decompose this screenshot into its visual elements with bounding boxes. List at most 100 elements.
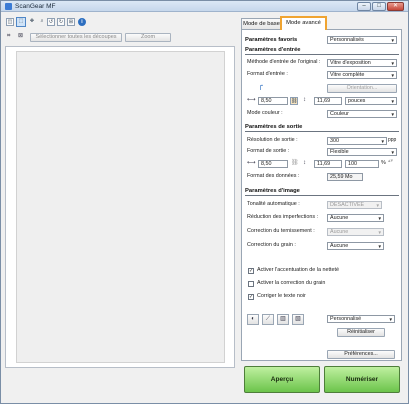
divider: [245, 131, 399, 132]
width-icon: ⟷: [247, 97, 256, 103]
aspect-lock-icon[interactable]: ⛓: [290, 97, 298, 105]
chevron-down-icon: ▼: [390, 112, 395, 117]
chevron-down-icon: ▼: [390, 150, 395, 155]
spin-icon[interactable]: ▴▾: [388, 158, 393, 165]
crop-frame-icon[interactable]: ⌗: [7, 33, 10, 40]
data-size-value: 25,59 Mo: [327, 173, 363, 181]
color-mode-value: Couleur: [330, 111, 349, 117]
output-resolution-select[interactable]: 300 ▼: [327, 137, 387, 145]
scangear-window: ScanGear MF – □ ✕ ◫ ⬚ ✥ ⌕ ↺ ↻ ⊞ i ⌗ ⊠ Sé…: [0, 0, 409, 404]
auto-tone-label: Tonalité automatique :: [247, 201, 300, 207]
input-method-label: Méthode d'entrée de l'original :: [247, 59, 321, 65]
preview-button[interactable]: Aperçu: [244, 366, 320, 393]
resolution-unit: ppp: [388, 137, 397, 143]
input-height-field[interactable]: 11,69: [314, 97, 342, 105]
zoom-button[interactable]: Zoom: [125, 33, 171, 42]
grain-select[interactable]: Aucune ▼: [327, 242, 384, 250]
divider: [245, 54, 399, 55]
favorites-label: Paramètres favoris: [245, 37, 298, 43]
fading-label: Correction du ternissement :: [247, 228, 315, 234]
info-icon[interactable]: i: [78, 18, 86, 26]
input-format-label: Format d'entrée :: [247, 71, 288, 77]
app-icon: [5, 3, 12, 10]
tool-preset-value: Personnalisé: [330, 316, 362, 322]
data-size-label: Format des données :: [247, 173, 300, 179]
unit-value: pouces: [348, 98, 366, 104]
chevron-down-icon: ▼: [377, 216, 382, 221]
output-format-value: Flexible: [330, 149, 349, 155]
orientation-button: Orientation...: [327, 84, 397, 93]
page-orientation-icon: ╭: [258, 81, 263, 90]
crop-select-icon[interactable]: ⬚: [16, 17, 26, 27]
chevron-down-icon: ▼: [390, 38, 395, 43]
chevron-down-icon: ▼: [377, 230, 382, 235]
input-width-field[interactable]: 8,50: [258, 97, 288, 105]
unsharp-checkbox[interactable]: ✓: [248, 268, 254, 274]
output-resolution-label: Résolution de sortie :: [247, 137, 298, 143]
tab-basic-mode[interactable]: Mode de base: [241, 18, 282, 29]
color-balance-icon[interactable]: ▧: [292, 314, 304, 325]
fading-select: Aucune ▼: [327, 228, 384, 236]
output-scale-field[interactable]: 100: [345, 160, 379, 168]
thumbnail-icon[interactable]: ◫: [6, 18, 14, 26]
input-method-select[interactable]: Vitre d'exposition ▼: [327, 59, 397, 67]
unsharp-label: Activer l'accentuation de la netteté: [257, 267, 339, 273]
chevron-down-icon: ▼: [390, 61, 395, 66]
height-icon: ↕: [303, 97, 306, 103]
scan-button[interactable]: Numériser: [324, 366, 400, 393]
imperfection-label: Réduction des imperfections :: [247, 214, 319, 220]
output-settings-header: Paramètres de sortie: [245, 124, 303, 130]
reset-button[interactable]: Réinitialiser: [337, 328, 385, 337]
black-text-label: Corriger le texte noir: [257, 293, 306, 299]
crop-add-icon[interactable]: ⊞: [67, 18, 75, 26]
delete-crop-icon[interactable]: ⊠: [18, 33, 23, 40]
output-format-select[interactable]: Flexible ▼: [327, 148, 397, 156]
divider: [245, 195, 399, 196]
close-button[interactable]: ✕: [387, 2, 404, 11]
scale-unit: %: [381, 160, 386, 166]
input-format-select[interactable]: Vitre complète ▼: [327, 71, 397, 79]
output-format-label: Format de sortie :: [247, 148, 290, 154]
tab-advanced-mode[interactable]: Mode avancé: [280, 16, 327, 30]
chevron-down-icon: ▼: [375, 203, 380, 208]
chevron-down-icon: ▼: [388, 317, 393, 322]
chevron-down-icon: ▼: [377, 244, 382, 249]
tool-preset-select[interactable]: Personnalisé ▼: [327, 315, 395, 323]
maximize-button[interactable]: □: [372, 2, 386, 11]
favorites-select[interactable]: Personnalisés ▼: [327, 36, 397, 44]
rotate-right-icon[interactable]: ↻: [57, 18, 65, 26]
input-format-value: Vitre complète: [330, 72, 365, 78]
brightness-icon[interactable]: ◐: [247, 314, 259, 325]
preferences-button[interactable]: Préférences...: [327, 350, 395, 359]
auto-tone-select: DÉSACTIVÉE ▼: [327, 201, 382, 209]
move-icon[interactable]: ✥: [28, 18, 36, 26]
window-title: ScanGear MF: [15, 3, 56, 10]
grain-value: Aucune: [330, 243, 349, 249]
fading-value: Aucune: [330, 229, 349, 235]
input-method-value: Vitre d'exposition: [330, 60, 371, 66]
histogram-icon[interactable]: ▥: [277, 314, 289, 325]
advanced-settings-panel: Paramètres favoris Personnalisés ▼ Paramè…: [241, 29, 402, 361]
output-resolution-value: 300: [330, 138, 339, 144]
color-mode-label: Mode couleur :: [247, 110, 283, 116]
black-text-checkbox[interactable]: ✓: [248, 294, 254, 300]
grain-label: Correction du grain :: [247, 242, 296, 248]
color-mode-select[interactable]: Couleur ▼: [327, 110, 397, 118]
imperfection-select[interactable]: Aucune ▼: [327, 214, 384, 222]
curve-icon[interactable]: ⟋: [262, 314, 274, 325]
imperfection-value: Aucune: [330, 215, 349, 221]
input-settings-header: Paramètres d'entrée: [245, 47, 301, 53]
rotate-left-icon[interactable]: ↺: [47, 18, 55, 26]
grain-correction-checkbox[interactable]: [248, 281, 254, 287]
preview-page[interactable]: [16, 51, 225, 363]
unit-select[interactable]: pouces ▼: [345, 97, 397, 105]
image-settings-header: Paramètres d'image: [245, 188, 300, 194]
output-width-field[interactable]: 8,50: [258, 160, 288, 168]
grain-correction-label: Activer la correction du grain: [257, 280, 326, 286]
chevron-down-icon: ▼: [390, 99, 395, 104]
output-height-field[interactable]: 11,69: [314, 160, 342, 168]
minimize-button[interactable]: –: [357, 2, 371, 11]
select-all-crops-button[interactable]: Sélectionner toutes les découpes: [30, 33, 122, 42]
chevron-down-icon: ▼: [390, 73, 395, 78]
magnifier-icon[interactable]: ⌕: [38, 18, 46, 26]
